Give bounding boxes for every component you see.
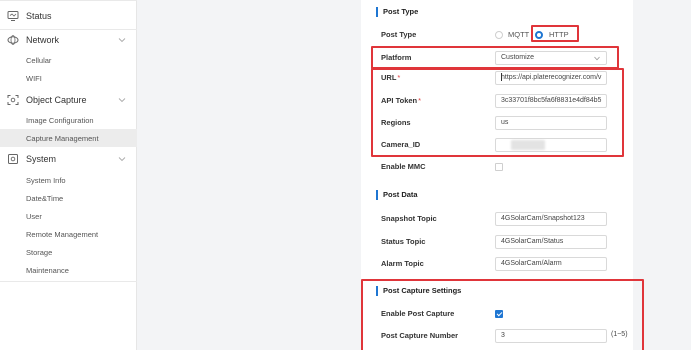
sidebar-item-label: WIFI — [26, 73, 42, 83]
sidebar-item-cellular[interactable]: Cellular — [0, 51, 137, 69]
sidebar-item-label: User — [26, 211, 42, 221]
chevron-down-icon — [594, 56, 600, 61]
sidebar-item-label: System — [26, 154, 57, 164]
sidebar-item-maintenance[interactable]: Maintenance — [0, 261, 137, 279]
radio-mqtt[interactable] — [495, 31, 503, 39]
sidebar-item-user[interactable]: User — [0, 207, 137, 225]
alarm-topic-input[interactable]: 4GSolarCam/Alarm — [495, 257, 607, 271]
range-hint: (1~5) — [611, 331, 628, 338]
required-mark: * — [397, 73, 401, 82]
sidebar-item-capture-management[interactable]: Capture Management — [0, 129, 137, 147]
sidebar-item-label: Date&Time — [26, 193, 64, 203]
sidebar-item-wifi[interactable]: WIFI — [0, 69, 137, 87]
platform-select[interactable]: Customize — [495, 51, 607, 65]
sidebar-item-label: Remote Management — [26, 229, 99, 239]
api-token-label-text: API Token — [381, 96, 418, 105]
post-capture-number-label: Post Capture Number — [381, 331, 459, 340]
sidebar-item-label: Object Capture — [26, 95, 87, 105]
platform-label: Platform — [381, 53, 412, 62]
section-title-post-data: Post Data — [376, 190, 418, 200]
regions-input[interactable]: us — [495, 116, 607, 130]
status-topic-input[interactable]: 4GSolarCam/Status — [495, 235, 607, 249]
sidebar-item-system-info[interactable]: System Info — [0, 171, 137, 189]
sidebar-item-label: Storage — [26, 247, 53, 257]
radio-http[interactable] — [535, 31, 543, 39]
camera-id-label: Camera_ID — [381, 140, 421, 149]
gear-box-icon — [8, 154, 18, 164]
post-capture-number-input[interactable]: 3 — [495, 329, 607, 343]
url-input[interactable]: https://api.platerecognizer.com/v — [495, 71, 607, 85]
enable-post-capture-label: Enable Post Capture — [381, 309, 455, 318]
sidebar-item-label: Status — [26, 11, 52, 21]
url-label: URL* — [381, 72, 400, 84]
chevron-down-icon — [118, 98, 126, 103]
text-cursor — [501, 73, 502, 81]
camera-focus-icon — [7, 95, 19, 105]
sidebar-item-remote-management[interactable]: Remote Management — [0, 225, 137, 243]
sidebar-item-status[interactable]: Status — [0, 5, 137, 27]
radio-http-label: HTTP — [549, 30, 569, 39]
section-title-post-type: Post Type — [376, 7, 418, 17]
section-title-post-capture: Post Capture Settings — [376, 286, 461, 296]
enable-mmc-checkbox[interactable] — [495, 163, 503, 171]
required-mark: * — [418, 96, 422, 105]
snapshot-topic-label: Snapshot Topic — [381, 214, 437, 223]
sidebar-item-label: Capture Management — [26, 133, 99, 143]
sidebar-item-system[interactable]: System — [0, 148, 137, 170]
globe-icon — [7, 35, 19, 45]
url-label-text: URL — [381, 73, 397, 82]
snapshot-topic-input[interactable]: 4GSolarCam/Snapshot123 — [495, 212, 607, 226]
sidebar-item-image-configuration[interactable]: Image Configuration — [0, 111, 137, 129]
sidebar-item-label: System Info — [26, 175, 66, 185]
sidebar-item-label: Cellular — [26, 55, 52, 65]
api-token-label: API Token* — [381, 95, 421, 107]
sidebar-item-network[interactable]: Network — [0, 29, 137, 51]
platform-select-value: Customize — [501, 54, 535, 61]
chevron-down-icon — [118, 157, 126, 162]
enable-mmc-label: Enable MMC — [381, 162, 426, 171]
chevron-down-icon — [118, 38, 126, 43]
monitor-icon — [7, 11, 19, 21]
sidebar-item-date-time[interactable]: Date&Time — [0, 189, 137, 207]
sidebar: Status Network Cellular WIFI Object Capt… — [0, 0, 137, 350]
radio-mqtt-label: MQTT — [508, 30, 530, 39]
divider — [0, 281, 137, 282]
regions-label: Regions — [381, 118, 411, 127]
sidebar-item-storage[interactable]: Storage — [0, 243, 137, 261]
status-topic-label: Status Topic — [381, 237, 426, 246]
divider — [0, 0, 137, 1]
api-token-input[interactable]: 3c33701f8bc5fa6f8831e4df84b5 — [495, 94, 607, 108]
post-type-label: Post Type — [381, 30, 417, 39]
sidebar-item-label: Maintenance — [26, 265, 69, 275]
sidebar-item-object-capture[interactable]: Object Capture — [0, 89, 137, 111]
redacted-value — [511, 140, 545, 150]
enable-post-capture-checkbox[interactable] — [495, 310, 503, 318]
alarm-topic-label: Alarm Topic — [381, 259, 424, 268]
sidebar-item-label: Image Configuration — [26, 115, 94, 125]
sidebar-item-label: Network — [26, 35, 60, 45]
